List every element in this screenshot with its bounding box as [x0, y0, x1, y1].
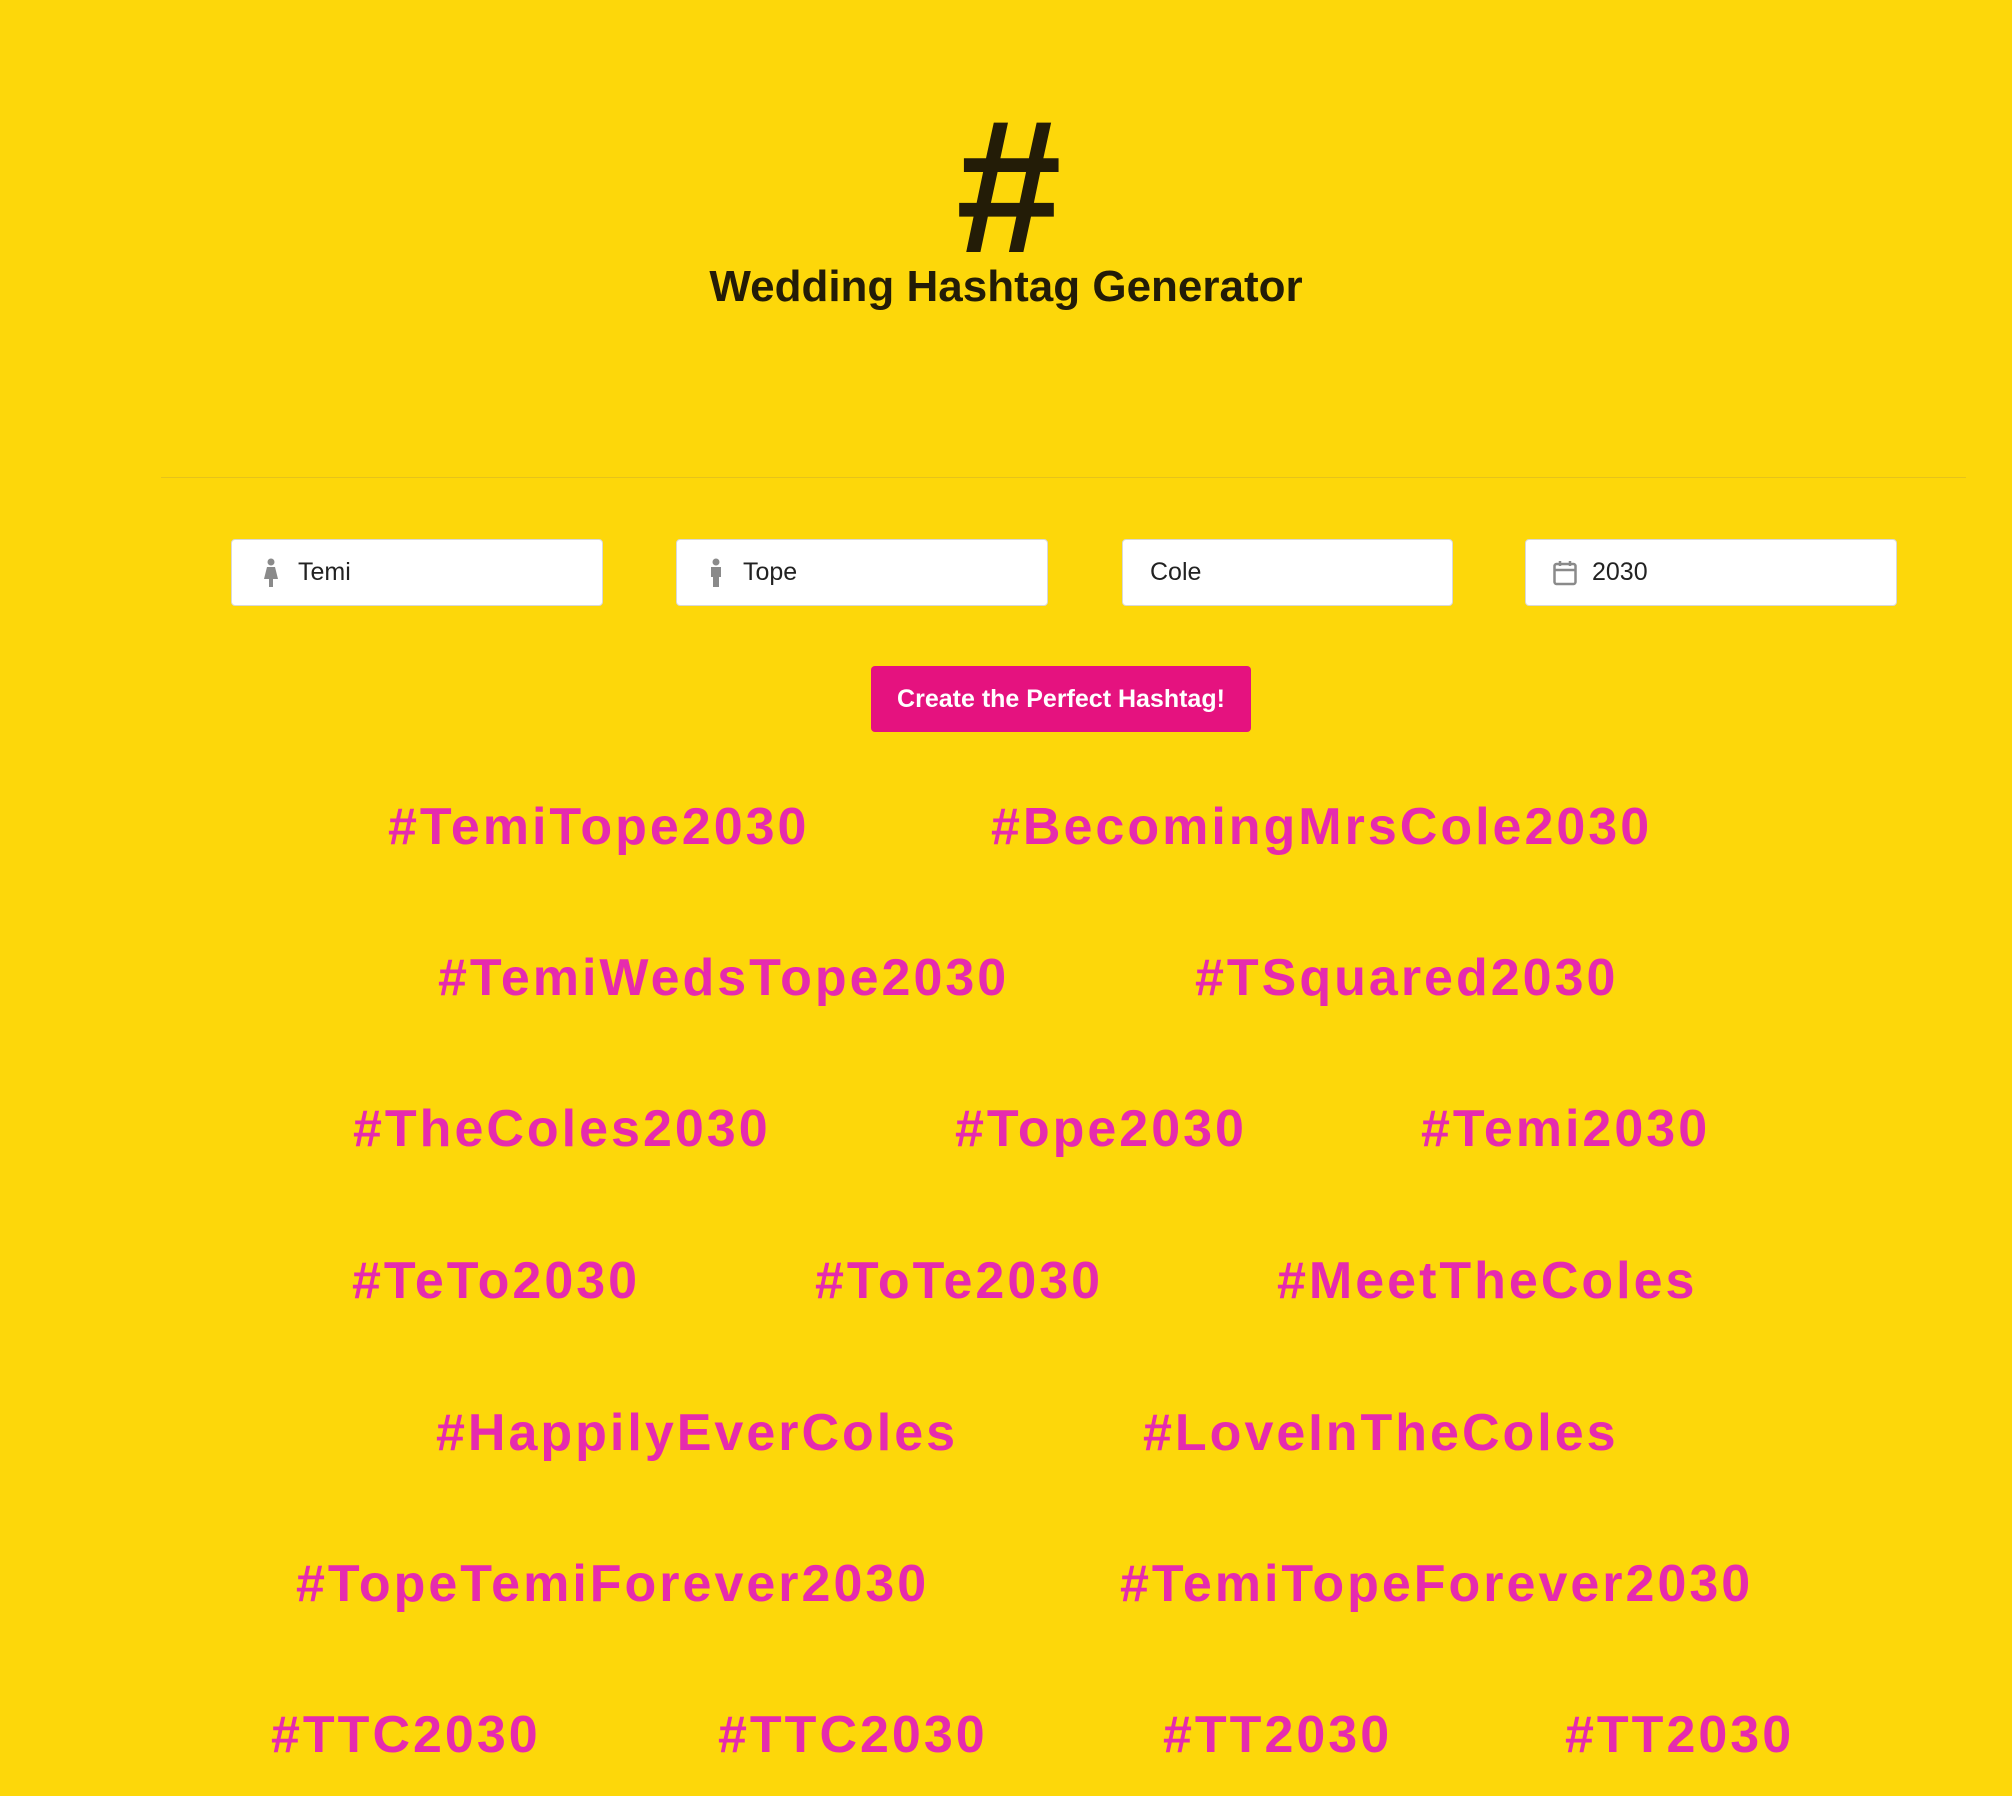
year-field[interactable]: 2030: [1525, 539, 1897, 606]
year-value: 2030: [1592, 558, 1648, 586]
hashtag-item[interactable]: #TT2030: [1565, 1705, 1794, 1765]
create-hashtag-button[interactable]: Create the Perfect Hashtag!: [871, 666, 1251, 732]
hashtag-item[interactable]: #BecomingMrsCole2030: [991, 797, 1652, 857]
second-name-value: Tope: [743, 558, 798, 586]
hashtag-logo-icon: #: [953, 81, 1059, 293]
male-person-icon: [699, 558, 733, 588]
last-name-value: Cole: [1150, 558, 1202, 586]
calendar-icon: [1548, 560, 1582, 586]
hashtag-item[interactable]: #HappilyEverColes: [436, 1403, 958, 1463]
first-name-field[interactable]: Temi: [231, 539, 603, 606]
page-title: Wedding Hashtag Generator: [709, 262, 1303, 311]
first-name-value: Temi: [298, 558, 351, 586]
hashtag-item[interactable]: #TSquared2030: [1195, 948, 1618, 1008]
hashtag-item[interactable]: #TemiWedsTope2030: [438, 948, 1009, 1008]
hashtag-item[interactable]: #TeTo2030: [352, 1251, 640, 1311]
divider: [161, 477, 1966, 478]
hashtag-item[interactable]: #TTC2030: [271, 1705, 541, 1765]
hashtag-item[interactable]: #TTC2030: [718, 1705, 988, 1765]
second-name-field[interactable]: Tope: [676, 539, 1048, 606]
hashtag-item[interactable]: #LoveInTheColes: [1143, 1403, 1619, 1463]
female-person-icon: [254, 558, 288, 588]
hashtag-item[interactable]: #TemiTope2030: [388, 797, 809, 857]
last-name-field[interactable]: Cole: [1122, 539, 1453, 606]
hashtag-item[interactable]: #TT2030: [1163, 1705, 1392, 1765]
hashtag-item[interactable]: #Temi2030: [1421, 1099, 1710, 1159]
hashtag-item[interactable]: #ToTe2030: [815, 1251, 1103, 1311]
hashtag-item[interactable]: #MeetTheColes: [1277, 1251, 1697, 1311]
hashtag-item[interactable]: #TopeTemiForever2030: [296, 1554, 929, 1614]
hashtag-item[interactable]: #Tope2030: [955, 1099, 1247, 1159]
hashtag-item[interactable]: #TemiTopeForever2030: [1120, 1554, 1753, 1614]
hashtag-item[interactable]: #TheColes2030: [353, 1099, 771, 1159]
